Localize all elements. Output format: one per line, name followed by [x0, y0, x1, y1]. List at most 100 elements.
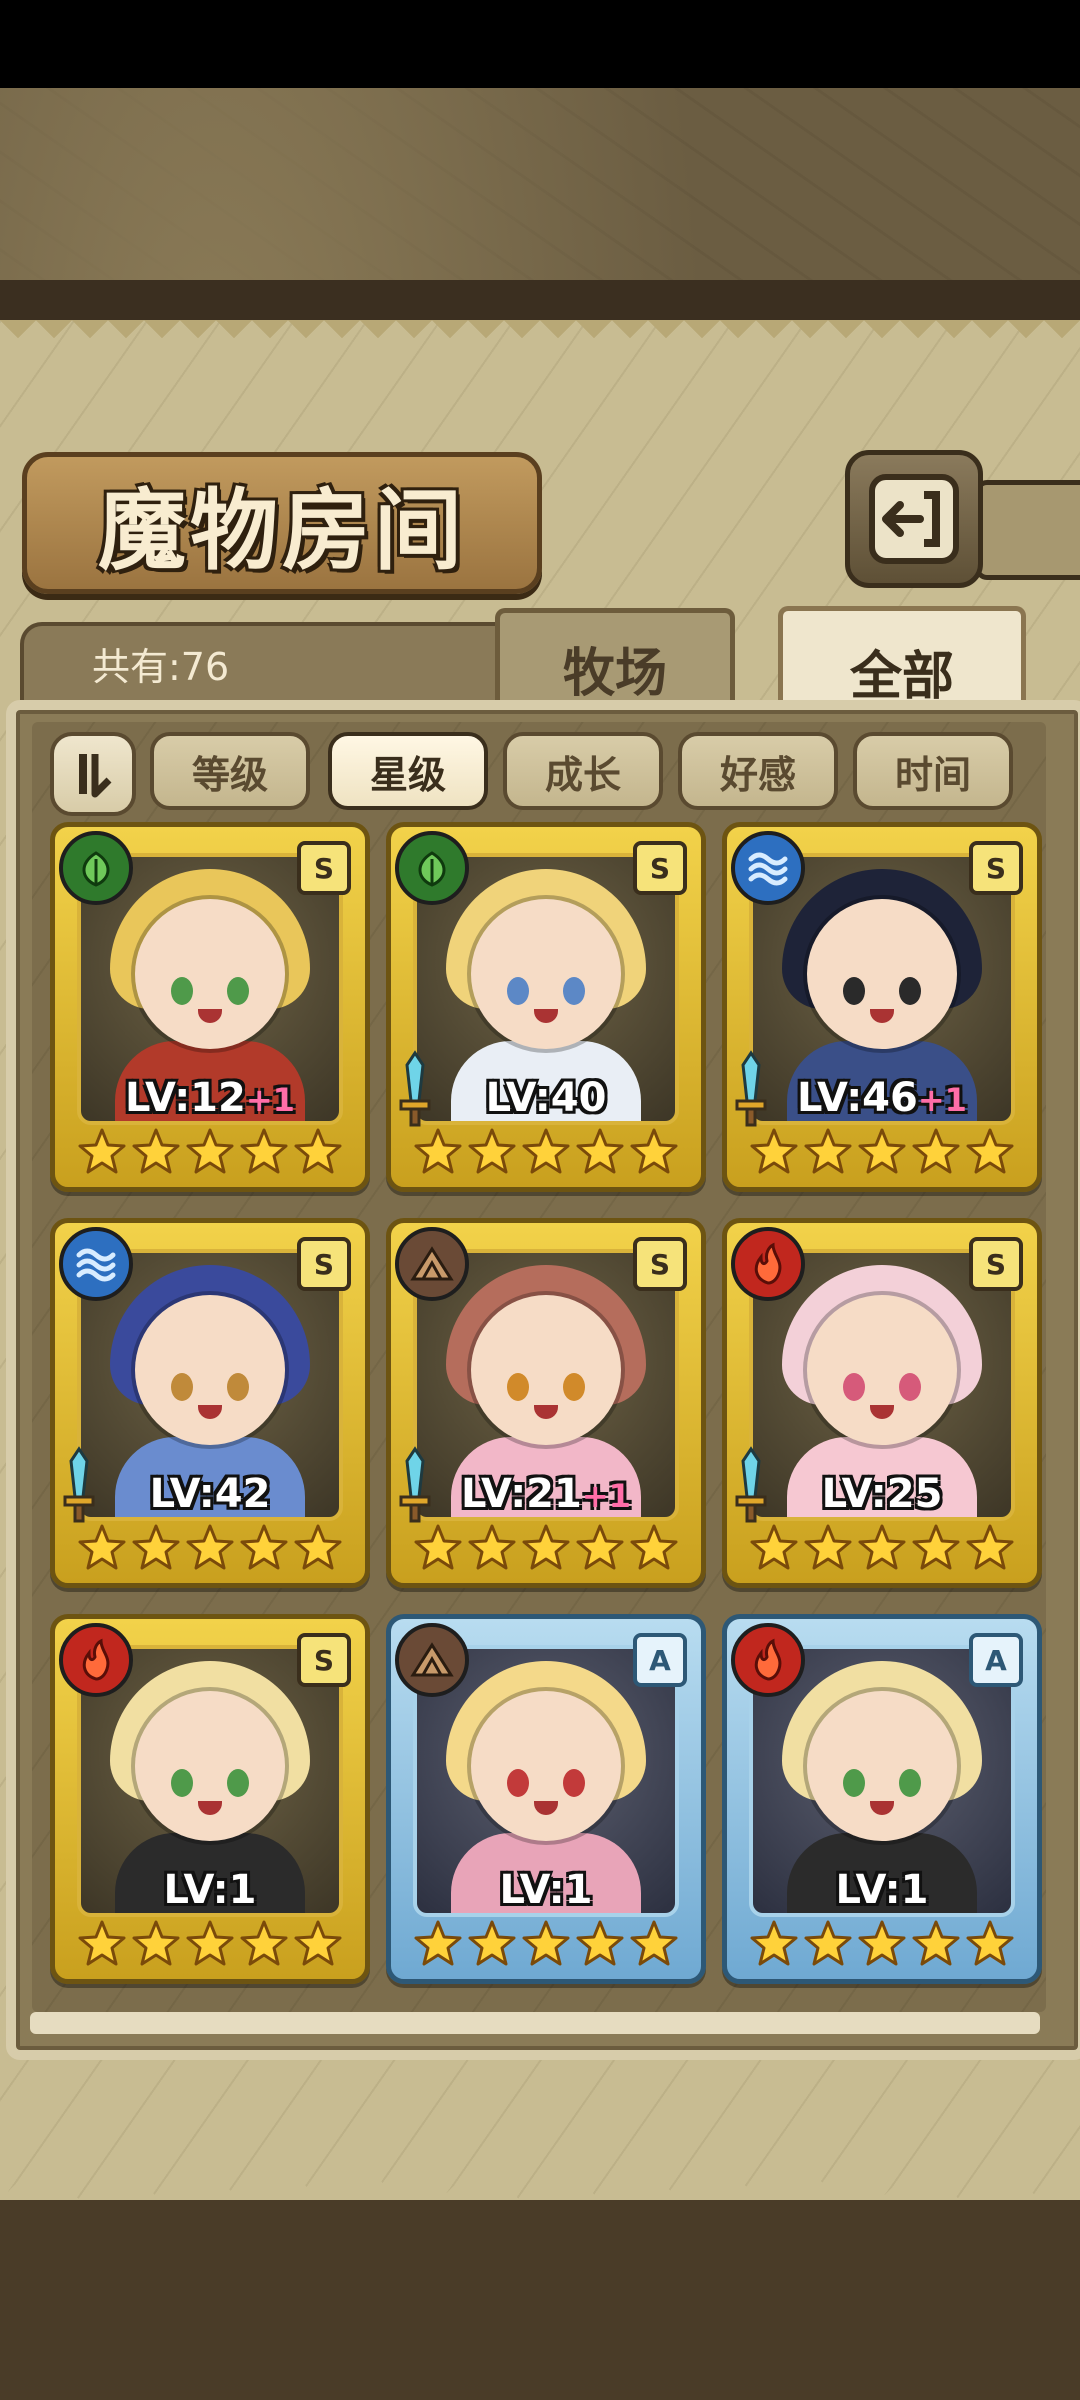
star-icon — [468, 1524, 516, 1570]
monster-card[interactable]: S LV:12+1 — [50, 822, 370, 1192]
star-icon — [240, 1128, 288, 1174]
star-icon — [414, 1920, 462, 1966]
star-rating — [75, 1523, 345, 1573]
star-icon — [294, 1920, 342, 1966]
star-icon — [858, 1920, 906, 1966]
level-value: LV:25 — [821, 1471, 943, 1517]
level-bonus: +1 — [245, 1081, 295, 1119]
star-icon — [576, 1524, 624, 1570]
star-icon — [78, 1920, 126, 1966]
star-icon — [186, 1128, 234, 1174]
star-icon — [132, 1920, 180, 1966]
fire-element-icon — [731, 1227, 805, 1301]
monster-card[interactable]: S LV:25 — [722, 1218, 1042, 1588]
earth-element-icon — [395, 1623, 469, 1697]
star-icon — [132, 1128, 180, 1174]
rank-badge: S — [969, 1237, 1023, 1291]
bottom-border-band — [0, 2200, 1080, 2400]
monster-count: 共有:76 — [92, 645, 230, 689]
star-icon — [414, 1524, 462, 1570]
level-label: LV:46+1 — [727, 1075, 1037, 1121]
level-label: LV:42 — [55, 1471, 365, 1517]
frame-bottom-rail — [30, 2012, 1040, 2034]
level-value: LV:40 — [485, 1075, 607, 1121]
level-value: LV:1 — [835, 1867, 929, 1913]
star-rating — [411, 1523, 681, 1573]
monster-card[interactable]: S LV:40 — [386, 822, 706, 1192]
star-icon — [576, 1128, 624, 1174]
monster-card[interactable]: S LV:1 — [50, 1614, 370, 1984]
rank-badge: A — [969, 1633, 1023, 1687]
bottom-zigzag-edge — [0, 2160, 1080, 2200]
star-rating — [747, 1919, 1017, 1969]
back-button-extension — [975, 480, 1080, 580]
monster-card[interactable]: S LV:46+1 — [722, 822, 1042, 1192]
monster-card[interactable]: A LV:1 — [722, 1614, 1042, 1984]
tab-farm-label: 牧场 — [562, 643, 667, 704]
rank-badge: S — [633, 1237, 687, 1291]
sort-button-level[interactable]: 等级 — [150, 732, 310, 810]
star-icon — [132, 1524, 180, 1570]
star-icon — [858, 1524, 906, 1570]
star-icon — [858, 1128, 906, 1174]
star-icon — [804, 1128, 852, 1174]
star-rating — [747, 1523, 1017, 1573]
level-label: LV:1 — [55, 1867, 365, 1913]
sort-button-growth[interactable]: 成长 — [503, 732, 663, 810]
star-icon — [240, 1524, 288, 1570]
star-icon — [630, 1128, 678, 1174]
sort-button-label: 星级 — [369, 752, 446, 797]
level-label: LV:1 — [727, 1867, 1037, 1913]
rank-badge: S — [297, 1633, 351, 1687]
rank-badge: S — [297, 1237, 351, 1291]
sort-button-label: 成长 — [544, 752, 621, 797]
sort-button-time[interactable]: 时间 — [853, 732, 1013, 810]
water-element-icon — [731, 831, 805, 905]
level-bonus: +1 — [917, 1081, 967, 1119]
star-icon — [630, 1920, 678, 1966]
leaf-element-icon — [59, 831, 133, 905]
sort-button-label: 等级 — [191, 752, 268, 797]
star-icon — [966, 1920, 1014, 1966]
tab-all-label: 全部 — [849, 646, 954, 707]
monster-card[interactable]: S LV:42 — [50, 1218, 370, 1588]
level-value: LV:12 — [125, 1075, 246, 1121]
star-icon — [294, 1128, 342, 1174]
leaf-element-icon — [395, 831, 469, 905]
star-rating — [411, 1127, 681, 1177]
sort-button-stars[interactable]: 星级 — [328, 732, 488, 810]
title-plate: 魔物房间 — [22, 452, 542, 594]
star-icon — [804, 1524, 852, 1570]
rank-badge: S — [297, 841, 351, 895]
level-value: LV:1 — [163, 1867, 257, 1913]
star-rating — [747, 1127, 1017, 1177]
star-icon — [468, 1920, 516, 1966]
star-icon — [912, 1524, 960, 1570]
level-label: LV:40 — [391, 1075, 701, 1121]
sort-order-toggle[interactable] — [50, 732, 136, 816]
star-icon — [522, 1524, 570, 1570]
fire-element-icon — [731, 1623, 805, 1697]
fire-element-icon — [59, 1623, 133, 1697]
status-bar — [0, 0, 1080, 88]
star-icon — [414, 1128, 462, 1174]
monster-card[interactable]: S LV:21+1 — [386, 1218, 706, 1588]
sort-button-affection[interactable]: 好感 — [678, 732, 838, 810]
top-zigzag-edge — [0, 320, 1080, 356]
back-button[interactable] — [845, 450, 983, 588]
level-label: LV:1 — [391, 1867, 701, 1913]
rank-badge: S — [969, 841, 1023, 895]
return-icon — [869, 474, 959, 564]
level-label: LV:21+1 — [391, 1471, 701, 1517]
star-icon — [468, 1128, 516, 1174]
star-icon — [750, 1920, 798, 1966]
star-icon — [966, 1128, 1014, 1174]
level-bonus: +1 — [581, 1477, 631, 1515]
rank-badge: S — [633, 841, 687, 895]
monster-card[interactable]: A LV:1 — [386, 1614, 706, 1984]
star-icon — [750, 1128, 798, 1174]
star-icon — [576, 1920, 624, 1966]
level-label: LV:12+1 — [55, 1075, 365, 1121]
star-icon — [522, 1920, 570, 1966]
sort-button-label: 时间 — [894, 752, 971, 797]
